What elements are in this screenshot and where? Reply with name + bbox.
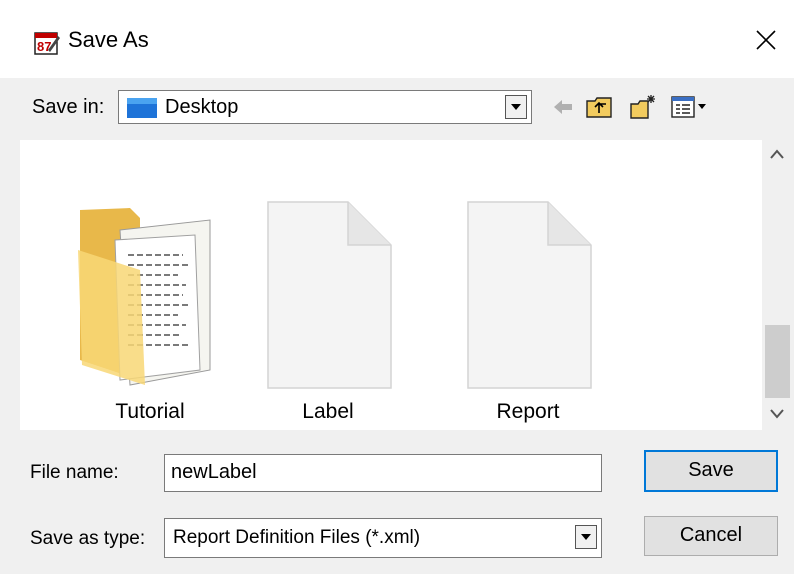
file-icon (267, 201, 392, 389)
file-name-label: Label (302, 400, 354, 423)
list-item[interactable]: Report (458, 200, 598, 430)
window-title: Save As (68, 27, 149, 52)
save-button[interactable]: Save (644, 450, 778, 492)
cancel-button-label: Cancel (679, 524, 743, 546)
chevron-down-icon[interactable] (769, 408, 785, 420)
file-name-label-text: File name: (30, 462, 119, 483)
save-in-label: Save in: (32, 96, 105, 118)
back-arrow-icon[interactable] (548, 92, 578, 122)
vertical-scrollbar[interactable] (762, 140, 792, 430)
save-as-type-dropdown-button[interactable] (575, 525, 597, 549)
report-designer-icon: 87 (34, 32, 60, 55)
save-as-type-value: Report Definition Files (*.xml) (173, 527, 421, 548)
save-in-value: Desktop (165, 96, 239, 118)
view-menu-icon[interactable] (670, 92, 710, 122)
file-list[interactable]: Tutorial Label Report (20, 140, 792, 430)
file-name-report: Report (496, 400, 560, 423)
save-as-type-label: Save as type: (30, 528, 146, 549)
close-icon[interactable] (748, 22, 784, 58)
file-icon (467, 201, 592, 389)
file-name-input[interactable] (171, 461, 591, 484)
svg-text:87: 87 (37, 39, 51, 54)
file-name-tutorial: Tutorial (115, 400, 185, 423)
save-in-dropdown-button[interactable] (505, 95, 527, 119)
scrollbar-thumb[interactable] (765, 325, 790, 398)
desktop-icon (127, 98, 157, 118)
new-folder-icon[interactable] (628, 92, 658, 122)
title-bar: 87 Save As (0, 0, 794, 78)
file-name-field[interactable] (164, 454, 602, 492)
chevron-up-icon[interactable] (769, 148, 785, 160)
folder-icon (78, 208, 211, 386)
save-button-label: Save (688, 459, 734, 481)
chevron-down-icon (581, 534, 591, 540)
up-folder-icon[interactable] (584, 92, 614, 122)
list-item[interactable]: Label (258, 200, 398, 430)
list-item[interactable]: Tutorial (60, 200, 240, 430)
chevron-down-icon (511, 104, 521, 110)
save-as-type-select[interactable]: Report Definition Files (*.xml) (164, 518, 602, 558)
cancel-button[interactable]: Cancel (644, 516, 778, 556)
save-in-combobox[interactable]: Desktop (118, 90, 532, 124)
